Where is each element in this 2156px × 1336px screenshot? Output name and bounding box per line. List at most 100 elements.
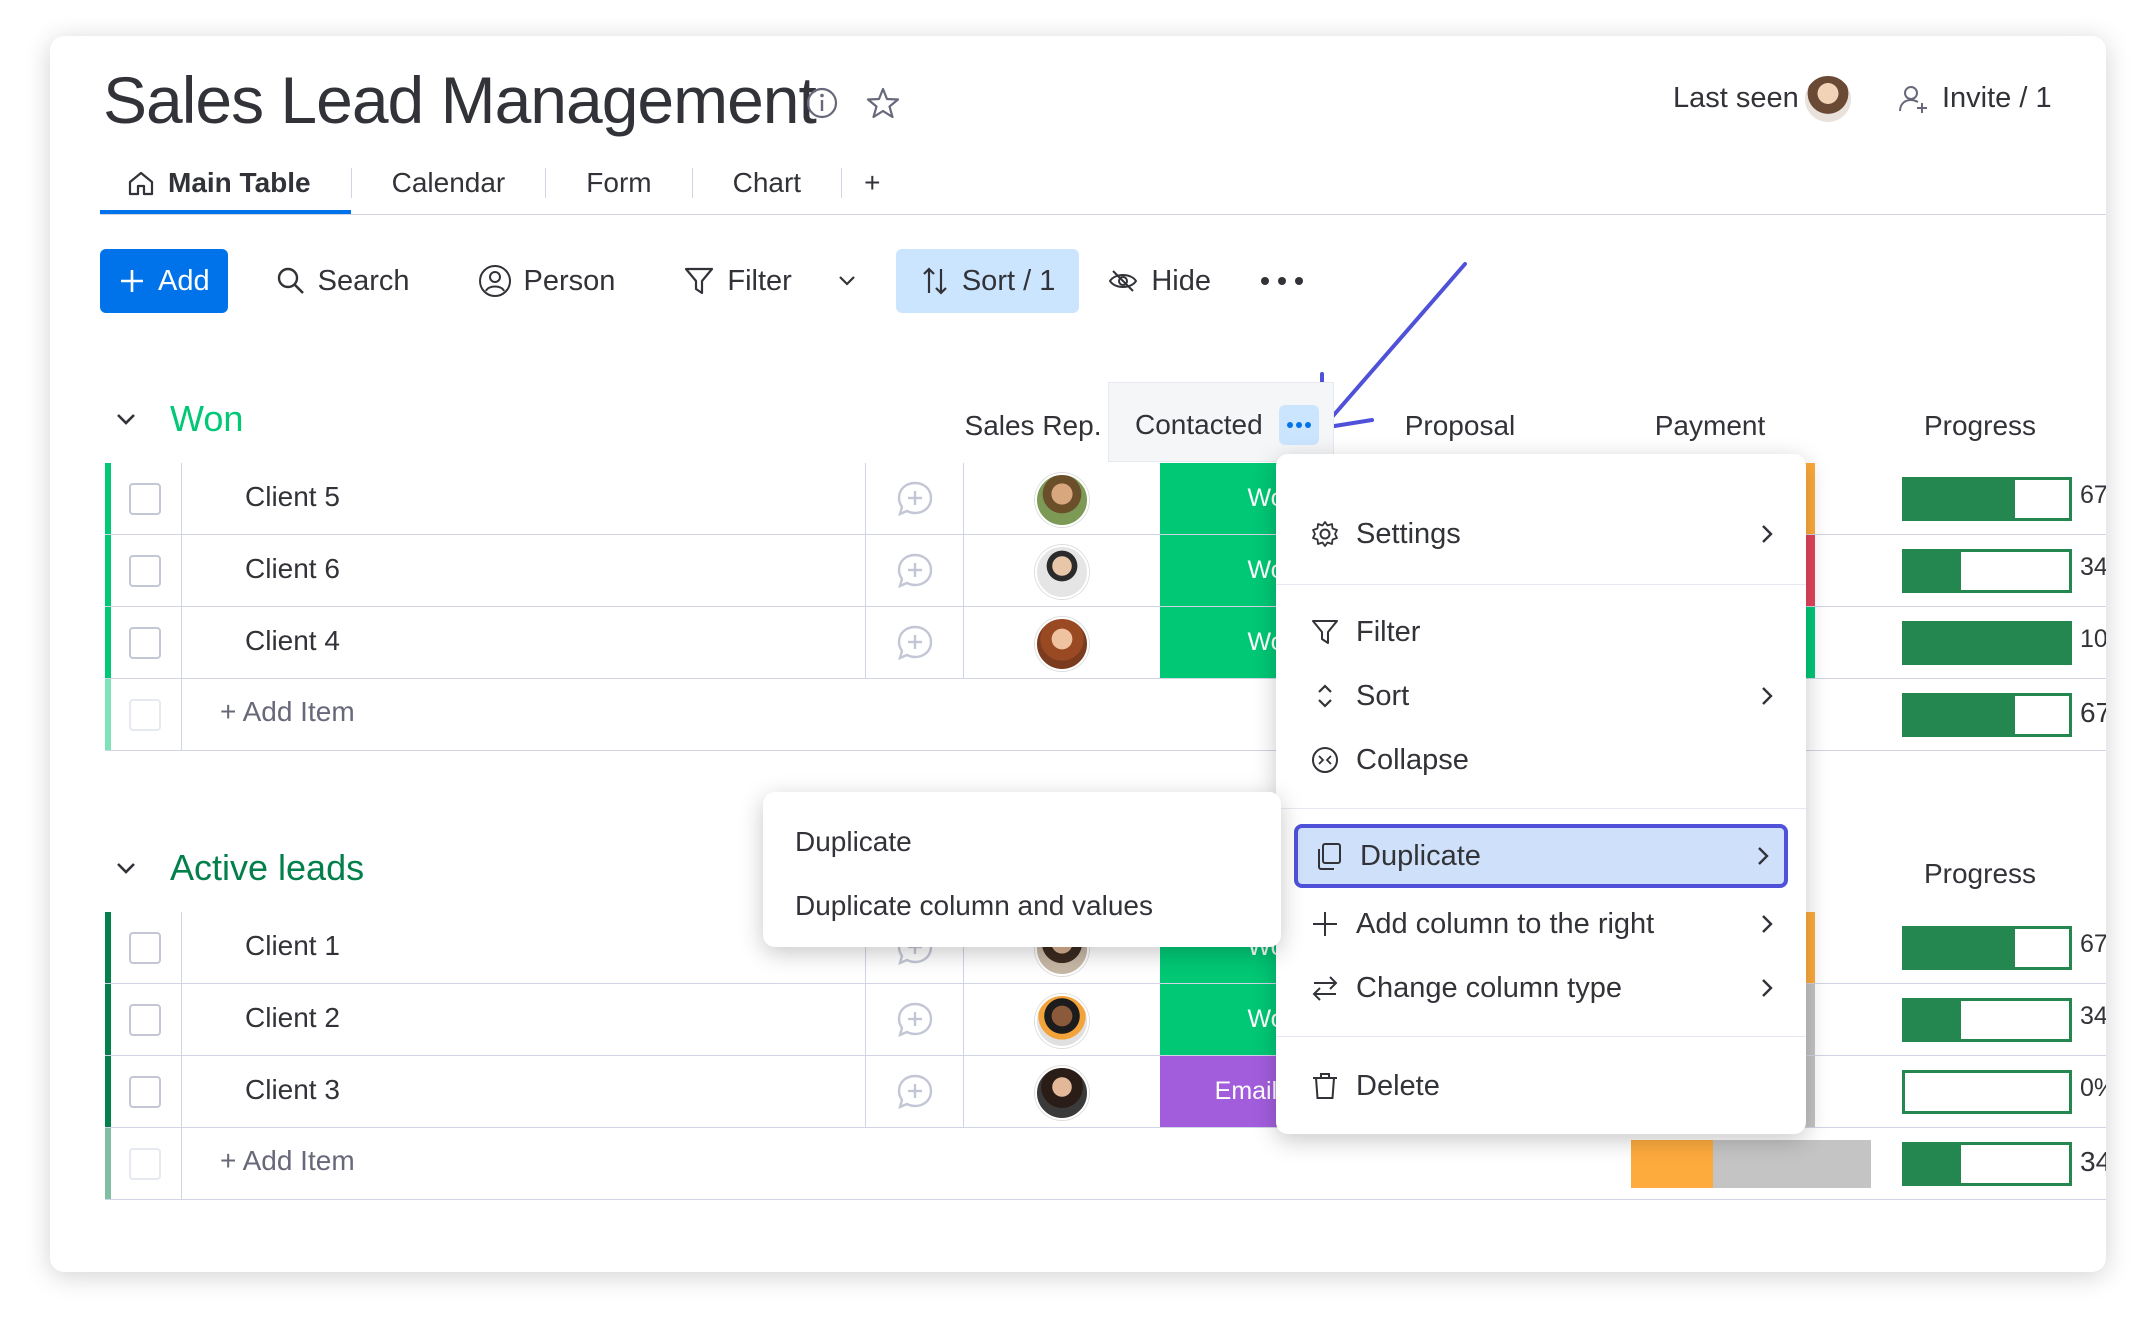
swap-icon [1312,976,1338,1001]
progress-fill [1905,624,2069,662]
progress-bar [1902,477,2072,521]
menu-item-add-column-right[interactable]: Add column to the right [1276,894,1806,954]
sort-icon [923,267,947,295]
item-name[interactable]: Client 4 [245,625,340,657]
column-header-contacted[interactable]: Contacted [1108,382,1334,462]
payment-summary-segment [1631,1140,1713,1188]
row-checkbox[interactable] [129,483,161,515]
sort-button[interactable]: Sort / 1 [895,249,1080,313]
hide-button[interactable]: Hide [1083,249,1235,313]
column-header-payment[interactable]: Payment [1610,410,1810,442]
menu-item-duplicate[interactable]: Duplicate [1294,824,1788,888]
plus-icon [121,270,143,292]
group-color-bar [105,984,111,1055]
item-name[interactable]: Client 6 [245,553,340,585]
submenu-duplicate[interactable]: Duplicate [795,826,912,858]
avatar[interactable] [1035,473,1089,527]
group-title-won[interactable]: Won [170,398,243,440]
cell-divider [181,1056,182,1127]
add-update-icon[interactable] [895,551,935,591]
progress-summary-percent: 67% [2080,697,2106,728]
chevron-down-icon[interactable] [112,854,140,882]
avatar[interactable] [1035,617,1089,671]
add-update-icon[interactable] [895,1000,935,1040]
menu-item-add-column-right-label: Add column to the right [1356,907,1655,940]
column-header-progress[interactable]: Progress [1880,858,2080,890]
add-item-input[interactable]: + Add Item [220,696,355,728]
progress-fill [1905,696,2015,734]
menu-item-collapse-label: Collapse [1356,743,1469,776]
add-view-button[interactable]: + [842,154,902,212]
sort-label: Sort / 1 [961,264,1056,297]
tab-form[interactable]: Form [546,154,691,212]
column-header-sales-rep[interactable]: Sales Rep. [943,410,1123,442]
column-header-proposal[interactable]: Proposal [1360,410,1560,442]
add-update-icon[interactable] [895,623,935,663]
item-name[interactable]: Client 2 [245,1002,340,1034]
submenu-duplicate-column-and-values[interactable]: Duplicate column and values [795,890,1153,922]
group-header-won[interactable]: Won [112,398,243,440]
group-header-active-leads[interactable]: Active leads [112,847,364,889]
row-checkbox[interactable] [129,1076,161,1108]
collapse-icon [1312,747,1338,773]
menu-item-filter[interactable]: Filter [1276,602,1806,662]
add-item-button[interactable]: Add [100,249,228,313]
duplicate-submenu: Duplicate Duplicate column and values [763,792,1281,947]
search-button[interactable]: Search [252,249,434,313]
chevron-down-icon[interactable] [112,405,140,433]
cell-divider [963,463,964,534]
info-icon[interactable] [805,86,839,120]
row-checkbox[interactable] [129,932,161,964]
item-name[interactable]: Client 3 [245,1074,340,1106]
progress-fill [1905,480,2015,518]
row-checkbox[interactable] [129,699,161,731]
item-name[interactable]: Client 1 [245,930,340,962]
last-seen-avatar[interactable] [1803,74,1853,124]
group-title-active-leads[interactable]: Active leads [170,847,364,889]
group-color-bar [105,1056,111,1127]
column-header-contacted-label: Contacted [1135,409,1263,440]
column-options-button[interactable] [1279,405,1319,445]
filter-button[interactable]: Filter [659,249,883,313]
menu-item-sort[interactable]: Sort [1276,666,1806,726]
menu-item-collapse[interactable]: Collapse [1276,730,1806,790]
star-icon[interactable] [866,86,900,120]
progress-bar [1902,998,2072,1042]
board-toolbar: Add Search Person Filter Sort / 1 Hide [100,249,1329,313]
add-item-input[interactable]: + Add Item [220,1145,355,1177]
cell-divider [181,607,182,678]
cell-divider [181,1128,182,1199]
cell-divider [963,984,964,1055]
cell-divider [963,607,964,678]
tab-calendar[interactable]: Calendar [352,154,546,212]
menu-item-delete[interactable]: Delete [1276,1056,1806,1116]
avatar[interactable] [1035,1066,1089,1120]
item-name[interactable]: Client 5 [245,481,340,513]
tab-chart[interactable]: Chart [693,154,841,212]
cell-divider [181,463,182,534]
menu-divider [1276,808,1806,809]
row-checkbox[interactable] [129,555,161,587]
tab-main-table[interactable]: Main Table [100,154,351,214]
hide-label: Hide [1151,264,1211,297]
board-title[interactable]: Sales Lead Management [103,62,817,138]
row-checkbox[interactable] [129,1004,161,1036]
cell-divider [181,679,182,750]
menu-item-change-column-type[interactable]: Change column type [1276,958,1806,1018]
avatar[interactable] [1035,545,1089,599]
add-item-row[interactable]: + Add Item 34% [105,1128,2106,1200]
last-seen-label[interactable]: Last seen [1673,82,1799,115]
row-checkbox[interactable] [129,1148,161,1180]
chevron-down-icon[interactable] [834,268,860,294]
row-checkbox[interactable] [129,627,161,659]
invite-button[interactable]: Invite / 1 [1898,82,2052,115]
column-header-progress[interactable]: Progress [1880,410,2080,442]
add-update-icon[interactable] [895,1072,935,1112]
menu-item-settings[interactable]: Settings [1276,504,1806,564]
group-color-bar [105,463,111,534]
chevron-right-icon [1762,979,1773,997]
add-person-icon [1899,85,1927,113]
avatar[interactable] [1035,994,1089,1048]
person-filter-button[interactable]: Person [454,249,640,313]
add-update-icon[interactable] [895,479,935,519]
